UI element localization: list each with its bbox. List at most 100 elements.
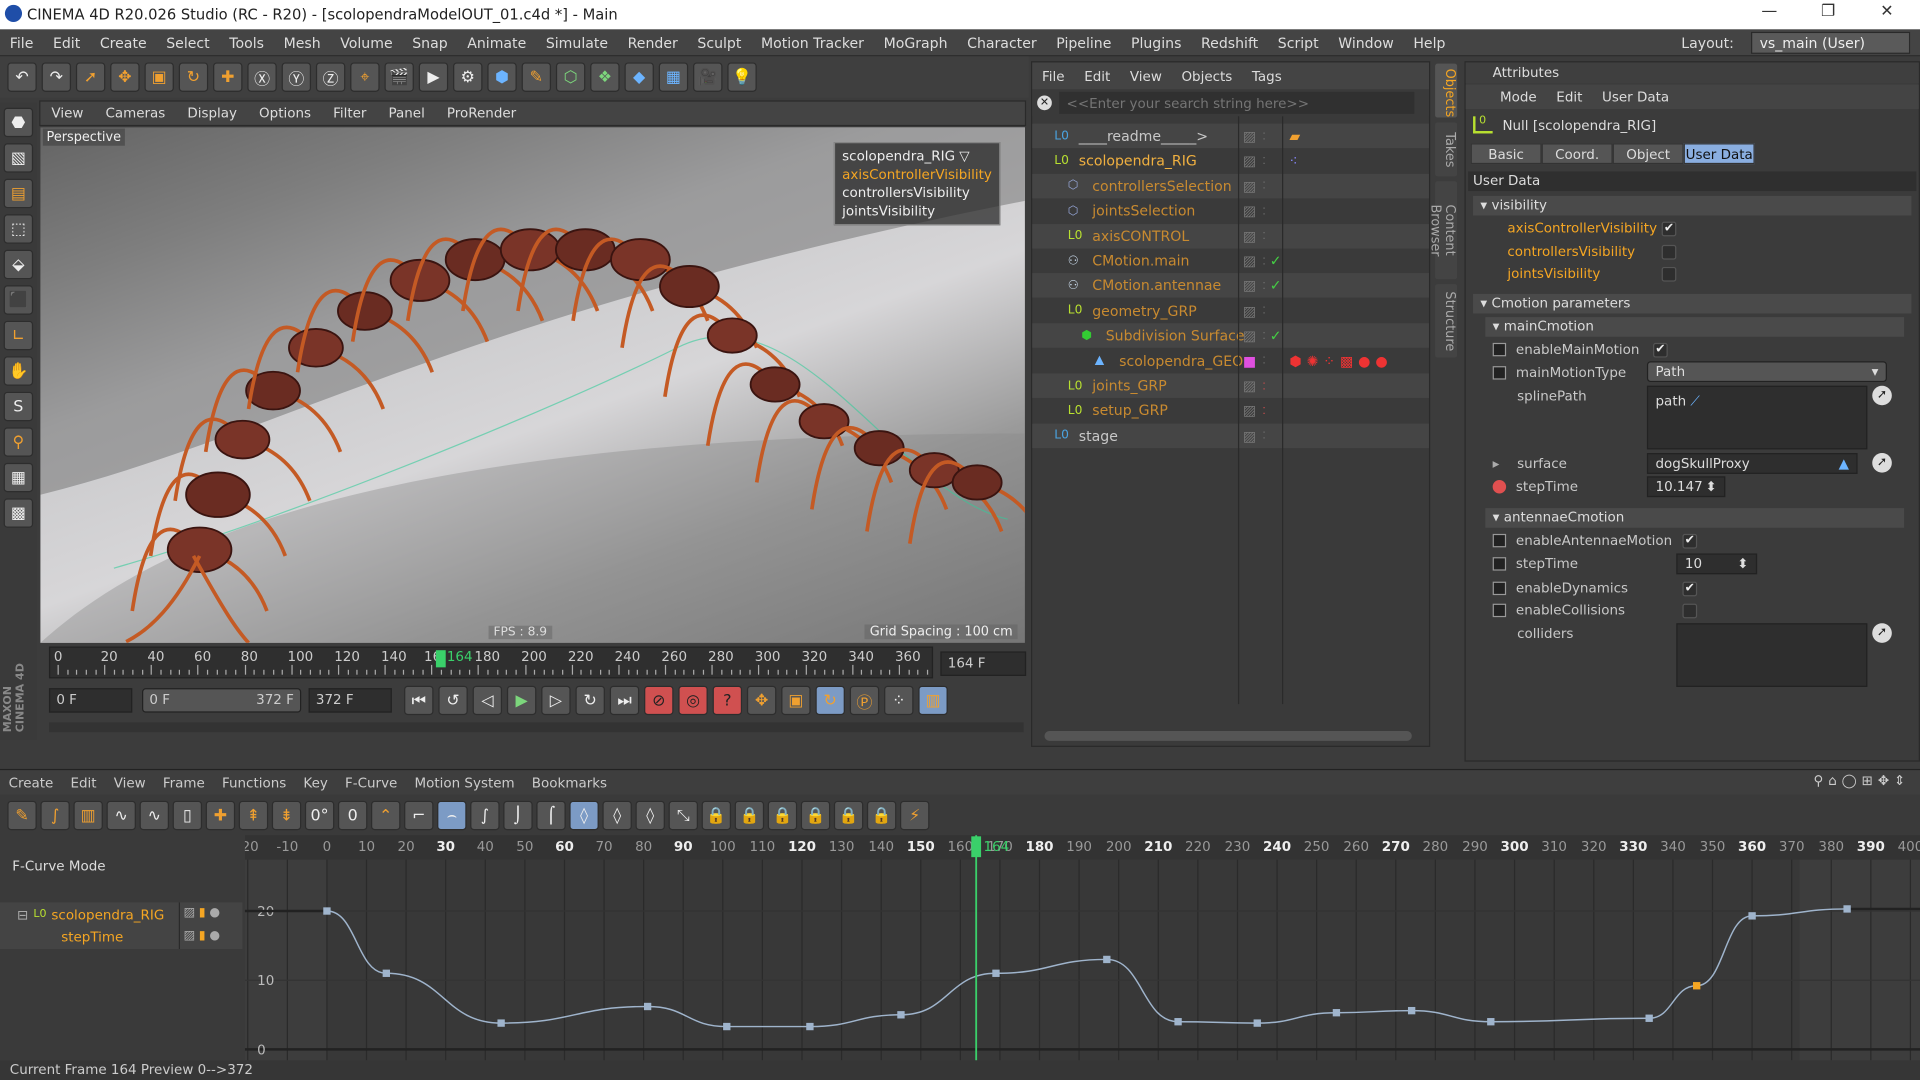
render-settings-icon[interactable]: ⚙: [453, 62, 483, 92]
object-row[interactable]: ▲ scolopendra_GEO ■ ⁚ ⬢✺⁘▩●●: [1032, 348, 1429, 372]
visibility-toggle[interactable]: ▨: [1243, 252, 1256, 269]
lock-tangent-angle-icon[interactable]: 🔒: [767, 800, 798, 831]
keyframe[interactable]: [897, 1011, 905, 1019]
zero-length-icon[interactable]: 0: [337, 800, 368, 831]
viewport-menu-display[interactable]: Display: [176, 105, 248, 121]
visibility-toggle[interactable]: ▨: [1243, 127, 1256, 144]
tl-menu-functions[interactable]: Functions: [213, 774, 294, 790]
dopesheet-icon[interactable]: ▥: [73, 800, 103, 831]
pick-object-icon[interactable]: ➚: [1872, 623, 1892, 643]
menu-mograph[interactable]: MoGraph: [874, 34, 958, 51]
viewport-menu-options[interactable]: Options: [248, 105, 322, 121]
om-menu-edit[interactable]: Edit: [1074, 68, 1120, 84]
pick-object-icon[interactable]: ➚: [1872, 453, 1892, 473]
subdivision-icon[interactable]: ⬡: [555, 62, 586, 92]
y-axis-icon[interactable]: Ⓨ: [281, 62, 312, 92]
keyframe[interactable]: [1332, 1009, 1341, 1017]
object-row[interactable]: L0 axisCONTROL ▨ ⁚: [1032, 223, 1429, 249]
add-key-icon[interactable]: ✚: [205, 800, 236, 831]
keyframe[interactable]: [806, 1022, 814, 1031]
side-tab-content-browser[interactable]: Content Browser: [1428, 181, 1458, 280]
editor-render-dots[interactable]: ⁚: [1262, 180, 1265, 191]
playhead-handle[interactable]: [971, 836, 982, 858]
selected-keyframe[interactable]: [1693, 982, 1701, 990]
menu-script[interactable]: Script: [1268, 34, 1328, 51]
lock-key-value-icon[interactable]: 🔒: [833, 800, 864, 831]
current-frame-field[interactable]: 164 F: [940, 651, 1027, 676]
end-frame-field[interactable]: 372 F: [308, 688, 392, 713]
polygons-icon[interactable]: ⬛: [3, 285, 34, 315]
attr-menu-edit[interactable]: Edit: [1547, 89, 1593, 105]
edges-icon[interactable]: ⬙: [3, 249, 34, 280]
enable-dynamics-checkbox[interactable]: ✔: [1682, 581, 1698, 596]
controllers-visibility-checkbox[interactable]: [1661, 244, 1677, 259]
keyframe-record-icon[interactable]: [1492, 480, 1507, 494]
keyframe[interactable]: [1748, 912, 1756, 920]
linear-icon[interactable]: ⌐: [404, 800, 434, 831]
points-icon[interactable]: ⬚: [3, 214, 34, 244]
show-curves-icon[interactable]: ∿: [139, 800, 169, 831]
show-tracks-icon[interactable]: ∿: [106, 800, 136, 831]
enabled-check-icon[interactable]: ✓: [1270, 277, 1282, 294]
motion-system-icon[interactable]: ⚡: [900, 800, 930, 831]
tab-object[interactable]: Object: [1612, 143, 1684, 165]
om-menu-view[interactable]: View: [1120, 68, 1172, 84]
editor-render-dots[interactable]: ⁚: [1262, 280, 1265, 291]
timeline-scrollbar[interactable]: [48, 722, 1024, 733]
close-button[interactable]: ✕: [1869, 2, 1906, 26]
viewport-menu-filter[interactable]: Filter: [322, 105, 377, 121]
visibility-toggle[interactable]: ▨: [1243, 277, 1256, 294]
timeline-window-icon[interactable]: ▥: [918, 685, 948, 716]
keyframe[interactable]: [1253, 1019, 1261, 1027]
track-row[interactable]: stepTime: [61, 926, 123, 948]
menu-animate[interactable]: Animate: [457, 34, 536, 51]
editor-render-dots[interactable]: ⁚: [1262, 230, 1265, 241]
menu-pipeline[interactable]: Pipeline: [1046, 34, 1121, 51]
layout-dropdown[interactable]: vs_main (User): [1751, 31, 1911, 54]
add-keys-icon[interactable]: ⇞: [238, 800, 269, 831]
coordinate-system-icon[interactable]: ⌖: [350, 62, 380, 92]
menu-select[interactable]: Select: [156, 34, 219, 51]
attr-menu-mode[interactable]: Mode: [1490, 89, 1546, 105]
go-to-end-icon[interactable]: ⏭: [609, 685, 640, 716]
layout-selector[interactable]: Layout: vs_main (User): [1671, 31, 1911, 54]
array-icon[interactable]: ❖: [590, 62, 620, 92]
tl-menu-view[interactable]: View: [105, 774, 154, 790]
animate-toggle-icon[interactable]: [1492, 533, 1507, 548]
tweak-icon[interactable]: ✋: [3, 356, 34, 386]
group-antennae-cmotion[interactable]: ▾ antennaeCmotion: [1485, 508, 1905, 528]
pick-object-icon[interactable]: ➚: [1872, 385, 1892, 406]
ease-icon[interactable]: ⌢: [437, 800, 467, 831]
side-tab-objects[interactable]: Objects: [1435, 63, 1458, 118]
object-row[interactable]: L0 scolopendra_RIG ▨ ⁚ ⁖: [1032, 149, 1429, 173]
spline-icon[interactable]: ⌃: [371, 800, 401, 831]
track-flags[interactable]: ▨▮●: [184, 906, 224, 919]
menu-sculpt[interactable]: Sculpt: [688, 34, 752, 51]
snap-icon[interactable]: ⚲: [3, 427, 34, 457]
lock-workplane-icon[interactable]: ▩: [3, 498, 34, 528]
surface-link-field[interactable]: dogSkullProxy ▲: [1646, 453, 1858, 474]
menu-file[interactable]: File: [0, 34, 43, 51]
menu-render[interactable]: Render: [618, 34, 688, 51]
editor-render-dots[interactable]: ⁚: [1262, 330, 1265, 341]
keyframe[interactable]: [1487, 1018, 1495, 1026]
attr-menu-user-data[interactable]: User Data: [1592, 89, 1679, 105]
lock-angle-icon[interactable]: 🔒: [701, 800, 732, 831]
userdata-tag-icon[interactable]: ⁖: [1289, 152, 1297, 169]
render-picture-viewer-icon[interactable]: ▶: [418, 62, 449, 92]
parameter-key-icon[interactable]: Ⓟ: [849, 685, 880, 716]
visibility-toggle[interactable]: ▨: [1243, 202, 1256, 219]
hud-item[interactable]: axisControllerVisibility: [842, 165, 992, 183]
redo-icon[interactable]: ↷: [41, 62, 72, 92]
group-main-cmotion[interactable]: ▾ mainCmotion: [1485, 317, 1905, 337]
menu-window[interactable]: Window: [1328, 34, 1403, 51]
camera-icon[interactable]: 🎥: [693, 62, 723, 92]
z-axis-icon[interactable]: Ⓩ: [315, 62, 346, 92]
animate-toggle-icon[interactable]: [1492, 342, 1507, 357]
tl-menu-frame[interactable]: Frame: [154, 774, 213, 790]
zero-slope-icon[interactable]: ◊: [635, 800, 665, 831]
tl-menu-f-curve[interactable]: F-Curve: [336, 774, 405, 790]
menu-redshift[interactable]: Redshift: [1191, 34, 1268, 51]
object-row[interactable]: L0 joints_GRP ▨ ⁚: [1032, 373, 1429, 398]
workplane-icon[interactable]: ▤: [3, 178, 34, 209]
